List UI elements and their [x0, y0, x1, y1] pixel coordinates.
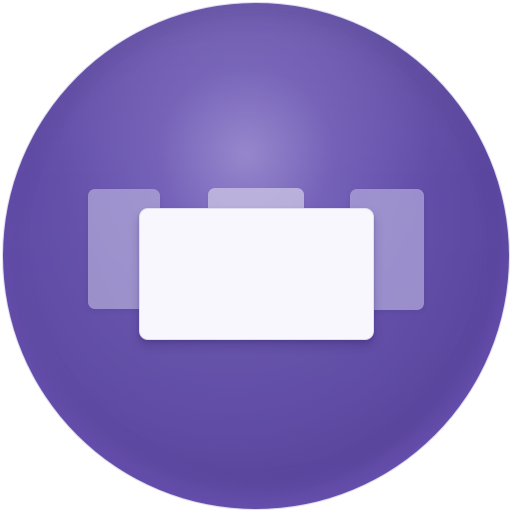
app-icon [0, 0, 512, 512]
foreground-card [139, 208, 374, 340]
